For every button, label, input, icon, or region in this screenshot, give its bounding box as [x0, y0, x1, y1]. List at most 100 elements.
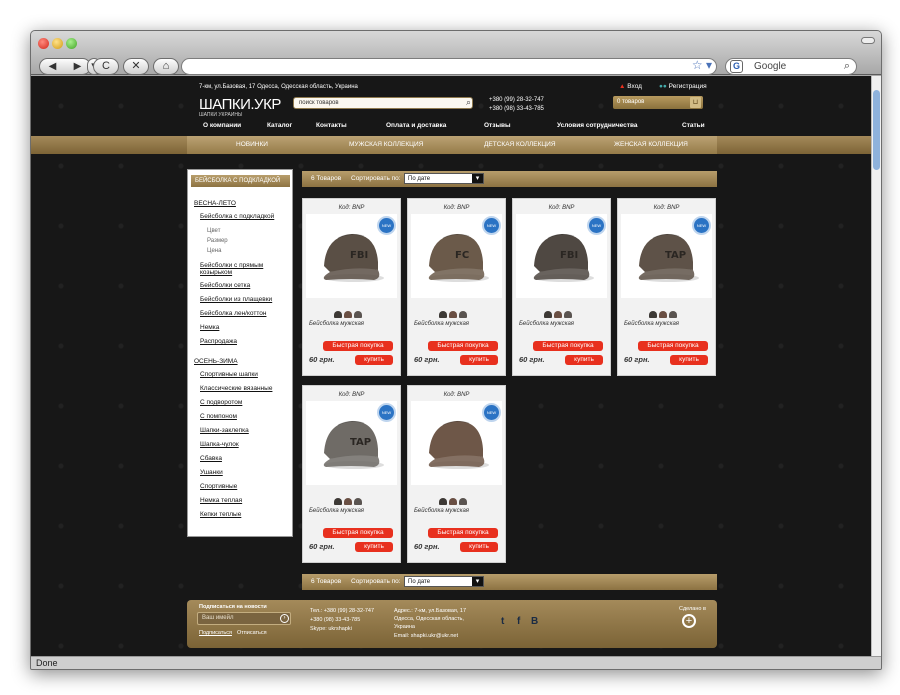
product-name[interactable]: Бейсболка мужская	[309, 321, 364, 327]
vertical-scrollbar[interactable]	[871, 76, 881, 656]
home-icon[interactable]: ⌂	[153, 58, 179, 75]
zoom-window-button[interactable]	[66, 38, 77, 49]
nav-item-articles[interactable]: Статьи	[682, 122, 705, 129]
sort-select[interactable]: По дате ▾	[404, 576, 484, 587]
buy-button[interactable]: купить	[355, 542, 393, 552]
buy-button[interactable]: купить	[355, 355, 393, 365]
product-image[interactable]: TAP NEW	[306, 401, 397, 485]
sidebar-item[interactable]: Шапки-заклепка	[200, 427, 249, 434]
quick-buy-button[interactable]: Быстрая покупка	[638, 341, 708, 351]
category-men[interactable]: МУЖСКАЯ КОЛЛЕКЦИЯ	[349, 141, 423, 148]
buy-button[interactable]: купить	[670, 355, 708, 365]
color-swatches[interactable]	[439, 305, 469, 318]
sidebar-section-autumn[interactable]: ОСЕНЬ-ЗИМА	[194, 358, 238, 365]
register-link[interactable]: ●● Регистрация	[659, 83, 707, 90]
login-link[interactable]: ▲ Вход	[619, 83, 642, 90]
sidebar-item[interactable]: Бейсболка лен/коттон	[200, 310, 266, 317]
sidebar-item[interactable]: С помпоном	[200, 413, 237, 420]
sidebar-item[interactable]: Бейсболки из плащевки	[200, 296, 272, 303]
unsubscribe-link[interactable]: Отписаться	[237, 629, 267, 637]
color-swatches[interactable]	[439, 492, 469, 505]
product-card[interactable]: Код: BNP FC NEW Бейсболка мужская Быстрая по…	[407, 198, 506, 376]
product-name[interactable]: Бейсболка мужская	[414, 508, 469, 514]
sidebar-item[interactable]: Бейсболка с подкладкой	[200, 213, 274, 220]
sidebar-item[interactable]: С подворотом	[200, 399, 242, 406]
sidebar-item[interactable]: Распродажа	[200, 338, 237, 345]
product-card[interactable]: Код: BNP FBI NEW Бейсболка мужская Быстрая п…	[302, 198, 401, 376]
sidebar-item[interactable]: Немка	[200, 324, 219, 331]
vk-icon[interactable]: B	[531, 616, 538, 627]
plus-icon[interactable]: +	[682, 614, 696, 628]
newsletter-email-input[interactable]: Ваш имейл ›	[197, 612, 291, 625]
nav-item-catalog[interactable]: Каталог	[267, 122, 292, 129]
facebook-icon[interactable]: f	[517, 616, 520, 627]
nav-item-contacts[interactable]: Контакты	[316, 122, 347, 129]
category-kids[interactable]: ДЕТСКАЯ КОЛЛЕКЦИЯ	[484, 141, 556, 148]
sidebar-item[interactable]: Немка теплая	[200, 497, 242, 504]
reload-icon[interactable]: C	[93, 58, 119, 75]
sidebar-section-spring[interactable]: ВЕСНА-ЛЕТО	[194, 200, 236, 207]
browser-search-field[interactable]: G Google ⌕	[725, 58, 857, 75]
filter-price[interactable]: Цена	[207, 248, 221, 254]
product-image[interactable]: FC NEW	[411, 214, 502, 298]
color-swatches[interactable]	[649, 305, 679, 318]
product-image[interactable]: FBI NEW	[516, 214, 607, 298]
sidebar-item[interactable]: Бейсболки с прямым козырьком	[200, 262, 280, 276]
nav-item-about[interactable]: О компании	[203, 122, 241, 129]
quick-buy-button[interactable]: Быстрая покупка	[428, 528, 498, 538]
quick-buy-button[interactable]: Быстрая покупка	[533, 341, 603, 351]
product-name[interactable]: Бейсболка мужская	[414, 321, 469, 327]
quick-buy-button[interactable]: Быстрая покупка	[428, 341, 498, 351]
nav-item-payment[interactable]: Оплата и доставка	[386, 122, 446, 129]
twitter-icon[interactable]: t	[501, 616, 504, 627]
product-image[interactable]: TAP NEW	[621, 214, 712, 298]
color-swatches[interactable]	[334, 305, 364, 318]
minimize-window-button[interactable]	[52, 38, 63, 49]
back-arrow-icon[interactable]: ◀	[40, 59, 65, 74]
search-icon[interactable]: ⌕	[844, 59, 850, 74]
site-search-input[interactable]: поиск товаров ⌕	[293, 97, 473, 109]
quick-buy-button[interactable]: Быстрая покупка	[323, 528, 393, 538]
sidebar-item[interactable]: Кепки теплые	[200, 511, 241, 518]
sidebar-item[interactable]: Спортивные	[200, 483, 237, 490]
product-name[interactable]: Бейсболка мужская	[624, 321, 679, 327]
product-image[interactable]: NEW	[411, 401, 502, 485]
buy-button[interactable]: купить	[565, 355, 603, 365]
close-window-button[interactable]	[38, 38, 49, 49]
sidebar-item[interactable]: Сбавка	[200, 455, 222, 462]
product-card[interactable]: Код: BNP FBI NEW Бейсболка мужская Быстрая п…	[512, 198, 611, 376]
search-icon[interactable]: ⌕	[466, 97, 471, 107]
sidebar-item[interactable]: Шапка-чулок	[200, 441, 239, 448]
sidebar-item[interactable]: Спортивные шапки	[200, 371, 258, 378]
nav-item-reviews[interactable]: Отзывы	[484, 122, 511, 129]
product-card[interactable]: Код: BNP TAP NEW Бейсболка мужская Быстрая п…	[302, 385, 401, 563]
product-card[interactable]: Код: BNP NEW Бейсболка мужская Быстрая поку…	[407, 385, 506, 563]
buy-button[interactable]: купить	[460, 355, 498, 365]
subscribe-link[interactable]: Подписаться	[199, 629, 232, 637]
site-logo[interactable]: ШАПКИ.УКР	[199, 96, 281, 113]
category-new[interactable]: НОВИНКИ	[236, 141, 268, 148]
product-name[interactable]: Бейсболка мужская	[309, 508, 364, 514]
quick-buy-button[interactable]: Быстрая покупка	[323, 341, 393, 351]
cart-button[interactable]: 0 товаров ⊔	[613, 96, 703, 109]
sidebar-item[interactable]: Классические вязанные	[200, 385, 272, 392]
arrow-right-icon[interactable]: ›	[280, 614, 289, 623]
address-bar[interactable]: ☆ ▾	[181, 58, 717, 75]
toolbar-toggle-button[interactable]	[861, 37, 875, 44]
bookmark-star-icon[interactable]: ☆ ▾	[692, 58, 712, 73]
scrollbar-thumb[interactable]	[873, 90, 880, 170]
color-swatches[interactable]	[334, 492, 364, 505]
product-image[interactable]: FBI NEW	[306, 214, 397, 298]
sidebar-item[interactable]: Ушанки	[200, 469, 223, 476]
sidebar-item[interactable]: Бейсболки сетка	[200, 282, 250, 289]
stop-icon[interactable]: ✕	[123, 58, 149, 75]
buy-button[interactable]: купить	[460, 542, 498, 552]
filter-color[interactable]: Цвет	[207, 228, 220, 234]
category-women[interactable]: ЖЕНСКАЯ КОЛЛЕКЦИЯ	[614, 141, 688, 148]
filter-size[interactable]: Размер	[207, 238, 228, 244]
sort-select[interactable]: По дате ▾	[404, 173, 484, 184]
product-name[interactable]: Бейсболка мужская	[519, 321, 574, 327]
color-swatches[interactable]	[544, 305, 574, 318]
product-card[interactable]: Код: BNP TAP NEW Бейсболка мужская Быстрая п…	[617, 198, 716, 376]
nav-item-terms[interactable]: Условия сотрудничества	[557, 122, 637, 129]
